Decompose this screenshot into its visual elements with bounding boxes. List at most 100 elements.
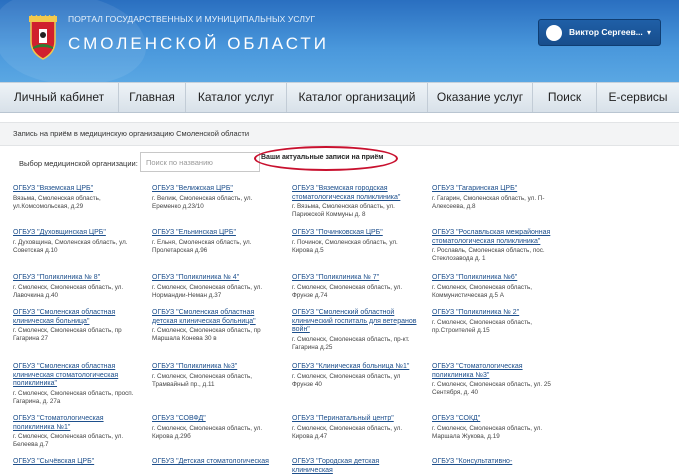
list-item: ОГБУЗ "Стоматологическая поликлиника №1"… bbox=[13, 415, 141, 449]
org-address: г. Рославль, Смоленская область, пос. Ст… bbox=[432, 247, 545, 262]
org-link[interactable]: ОГБУЗ "Починковская ЦРБ" bbox=[292, 229, 420, 238]
org-search-input[interactable] bbox=[140, 152, 260, 172]
org-link[interactable]: ОГБУЗ "Поликлиника № 4" bbox=[152, 274, 280, 283]
list-item: ОГБУЗ "Поликлиника № 2" г. Смоленск, Смол… bbox=[432, 309, 560, 335]
list-item: ОГБУЗ "Починковская ЦРБ" г. Починок, Смол… bbox=[292, 229, 420, 255]
user-name: Виктор Сергеев... bbox=[569, 27, 643, 37]
org-link[interactable]: ОГБУЗ "Стоматологическая поликлиника №3" bbox=[432, 363, 560, 380]
list-item: ОГБУЗ "Вяземская ЦРБ" Вязьма, Смоленская … bbox=[13, 185, 141, 211]
org-link[interactable]: ОГБУЗ "Клиническая больница №1" bbox=[292, 363, 420, 372]
nav-item-organizations[interactable]: Каталог организаций bbox=[287, 83, 428, 112]
org-address: г. Велиж, Смоленская область, ул. Еремен… bbox=[152, 194, 253, 210]
user-avatar-icon bbox=[546, 25, 562, 41]
nav-item-services[interactable]: Каталог услуг bbox=[186, 83, 287, 112]
org-address: г. Смоленск, Смоленская область, ул. Нор… bbox=[152, 283, 263, 299]
org-link[interactable]: ОГБУЗ "Поликлиника № 7" bbox=[292, 274, 420, 283]
portal-subtitle: ПОРТАЛ ГОСУДАРСТВЕННЫХ И МУНИЦИПАЛЬНЫХ У… bbox=[68, 14, 316, 24]
list-item: ОГБУЗ "Перинатальный центр" г. Смоленск, … bbox=[292, 415, 420, 441]
header: ПОРТАЛ ГОСУДАРСТВЕННЫХ И МУНИЦИПАЛЬНЫХ У… bbox=[0, 0, 679, 82]
org-address: г. Смоленск, Смоленская область, пр.Стро… bbox=[432, 318, 532, 334]
org-link[interactable]: ОГБУЗ "СОВФД" bbox=[152, 415, 280, 424]
org-address: г. Смоленск, Смоленская область, ул. Кир… bbox=[152, 424, 263, 440]
org-link[interactable]: ОГБУЗ "Вяземская городская стоматологиче… bbox=[292, 185, 420, 202]
org-address: г. Смоленск, Смоленская область, Трамвай… bbox=[152, 372, 252, 388]
org-address: г. Смоленск, Смоленская область, просп. … bbox=[13, 389, 134, 405]
list-item: ОГБУЗ "Поликлиника №6" г. Смоленск, Смоле… bbox=[432, 274, 560, 300]
org-link[interactable]: ОГБУЗ "Велижская ЦРБ" bbox=[152, 185, 280, 194]
list-item: ОГБУЗ "СОВФД" г. Смоленск, Смоленская обл… bbox=[152, 415, 280, 441]
list-item: ОГБУЗ "Рославльская межрайонная стоматол… bbox=[432, 229, 560, 263]
org-link[interactable]: ОГБУЗ "Рославльская межрайонная стоматол… bbox=[432, 229, 560, 246]
org-link[interactable]: ОГБУЗ "Поликлиника №3" bbox=[152, 363, 280, 372]
org-link[interactable]: ОГБУЗ "Стоматологическая поликлиника №1" bbox=[13, 415, 141, 432]
list-item: ОГБУЗ "Смоленская областная клиническая … bbox=[13, 309, 141, 343]
org-select-label: Выбор медицинской организации: bbox=[19, 159, 138, 168]
nav-item-provision[interactable]: Оказание услуг bbox=[428, 83, 533, 112]
list-item: ОГБУЗ "Городская детская клиническая bbox=[292, 458, 420, 475]
org-address: г. Гагарин, Смоленская область, ул. П-Ал… bbox=[432, 194, 545, 210]
list-item: ОГБУЗ "Сычёвская ЦРБ" bbox=[13, 458, 141, 467]
org-link[interactable]: ОГБУЗ "Смоленская областная клиническая … bbox=[13, 309, 141, 326]
breadcrumb-text: Запись на приём в медицинскую организаци… bbox=[13, 129, 250, 138]
list-item: ОГБУЗ "Смоленский областной клинический … bbox=[292, 309, 420, 352]
list-item: ОГБУЗ "Смоленская областная клиническая … bbox=[13, 363, 141, 406]
org-address: г. Смоленск, Смоленская область, пр Марш… bbox=[152, 327, 261, 342]
org-address: г. Смоленск, Смоленская область, Коммуни… bbox=[432, 283, 532, 299]
nav-item-cabinet[interactable]: Личный кабинет bbox=[0, 83, 119, 112]
nav-item-search[interactable]: Поиск bbox=[533, 83, 597, 112]
org-link[interactable]: ОГБУЗ "Сычёвская ЦРБ" bbox=[13, 458, 141, 467]
list-item: ОГБУЗ "Смоленская областная детская клин… bbox=[152, 309, 280, 343]
org-link[interactable]: ОГБУЗ "Поликлиника №6" bbox=[432, 274, 560, 283]
org-link[interactable]: ОГБУЗ "Смоленский областной клинический … bbox=[292, 309, 420, 335]
org-link[interactable]: ОГБУЗ "Ельнинская ЦРБ" bbox=[152, 229, 280, 238]
org-address: г. Смоленск, Смоленская область, ул Фрун… bbox=[292, 372, 401, 388]
org-link[interactable]: ОГБУЗ "Городская детская клиническая bbox=[292, 458, 420, 475]
list-item: ОГБУЗ "Поликлиника №3" г. Смоленск, Смоле… bbox=[152, 363, 280, 389]
org-address: г. Смоленск, Смоленская область, ул. Кир… bbox=[292, 424, 403, 440]
chevron-down-icon: ▾ bbox=[646, 28, 651, 37]
org-address: г. Смоленск, Смоленская область, ул. Фру… bbox=[292, 283, 403, 299]
user-menu-button[interactable]: Виктор Сергеев... ▾ bbox=[538, 19, 661, 46]
list-item: ОГБУЗ "Клиническая больница №1" г. Смолен… bbox=[292, 363, 420, 389]
list-item: ОГБУЗ "Детская стоматологическая bbox=[152, 458, 280, 467]
org-address: г. Смоленск, Смоленская область, пр Гага… bbox=[13, 327, 122, 342]
list-item: ОГБУЗ "Поликлиника № 7" г. Смоленск, Смол… bbox=[292, 274, 420, 300]
org-link[interactable]: ОГБУЗ "Смоленская областная детская клин… bbox=[152, 309, 280, 326]
current-appointments-button[interactable]: Ваши актуальные записи на приём bbox=[261, 154, 383, 161]
list-item: ОГБУЗ "Консультативно- bbox=[432, 458, 560, 467]
coat-of-arms-icon[interactable] bbox=[25, 15, 61, 61]
nav-item-eservices[interactable]: Е-сервисы bbox=[597, 83, 679, 112]
org-link[interactable]: ОГБУЗ "Духовщинская ЦРБ" bbox=[13, 229, 141, 238]
org-link[interactable]: ОГБУЗ "Поликлиника № 8" bbox=[13, 274, 141, 283]
org-link[interactable]: ОГБУЗ "Смоленская областная клиническая … bbox=[13, 363, 141, 389]
main-nav: Личный кабинет Главная Каталог услуг Кат… bbox=[0, 82, 679, 113]
nav-item-home[interactable]: Главная bbox=[119, 83, 186, 112]
org-address: г. Смоленск, Смоленская область, пр-кт. … bbox=[292, 335, 410, 351]
org-link[interactable]: ОГБУЗ "Гагаринская ЦРБ" bbox=[432, 185, 560, 194]
list-item: ОГБУЗ "Стоматологическая поликлиника №3"… bbox=[432, 363, 560, 397]
org-link[interactable]: ОГБУЗ "СОКД" bbox=[432, 415, 560, 424]
org-address: г. Смоленск, Смоленская область, ул. Лав… bbox=[13, 283, 124, 299]
list-item: ОГБУЗ "Поликлиника № 8" г. Смоленск, Смол… bbox=[13, 274, 141, 300]
list-item: ОГБУЗ "Гагаринская ЦРБ" г. Гагарин, Смоле… bbox=[432, 185, 560, 211]
list-item: ОГБУЗ "Духовщинская ЦРБ" г. Духовщина, См… bbox=[13, 229, 141, 255]
list-item: ОГБУЗ "СОКД" г. Смоленск, Смоленская обла… bbox=[432, 415, 560, 441]
list-item: ОГБУЗ "Велижская ЦРБ" г. Велиж, Смоленска… bbox=[152, 185, 280, 211]
org-address: г. Смоленск, Смоленская область, ул. Бел… bbox=[13, 433, 124, 448]
org-address: г. Смоленск, Смоленская область, ул. Мар… bbox=[432, 424, 543, 440]
org-address: г. Починок, Смоленская область, ул. Киро… bbox=[292, 238, 398, 254]
portal-title[interactable]: СМОЛЕНСКОЙ ОБЛАСТИ bbox=[68, 34, 329, 54]
org-link[interactable]: ОГБУЗ "Вяземская ЦРБ" bbox=[13, 185, 141, 194]
list-item: ОГБУЗ "Вяземская городская стоматологиче… bbox=[292, 185, 420, 219]
org-link[interactable]: ОГБУЗ "Консультативно- bbox=[432, 458, 560, 467]
org-address: г. Ельня, Смоленская область, ул. Пролет… bbox=[152, 238, 252, 254]
org-link[interactable]: ОГБУЗ "Детская стоматологическая bbox=[152, 458, 280, 467]
org-address: г. Вязьма, Смоленская область, ул. Париж… bbox=[292, 203, 395, 218]
list-item: ОГБУЗ "Ельнинская ЦРБ" г. Ельня, Смоленск… bbox=[152, 229, 280, 255]
org-address: г. Духовщина, Смоленская область, ул. Со… bbox=[13, 238, 128, 254]
list-item: ОГБУЗ "Поликлиника № 4" г. Смоленск, Смол… bbox=[152, 274, 280, 300]
org-link[interactable]: ОГБУЗ "Перинатальный центр" bbox=[292, 415, 420, 424]
org-address: Вязьма, Смоленская область, ул.Комсомоль… bbox=[13, 194, 101, 210]
breadcrumb: Запись на приём в медицинскую организаци… bbox=[0, 122, 679, 146]
org-link[interactable]: ОГБУЗ "Поликлиника № 2" bbox=[432, 309, 560, 318]
